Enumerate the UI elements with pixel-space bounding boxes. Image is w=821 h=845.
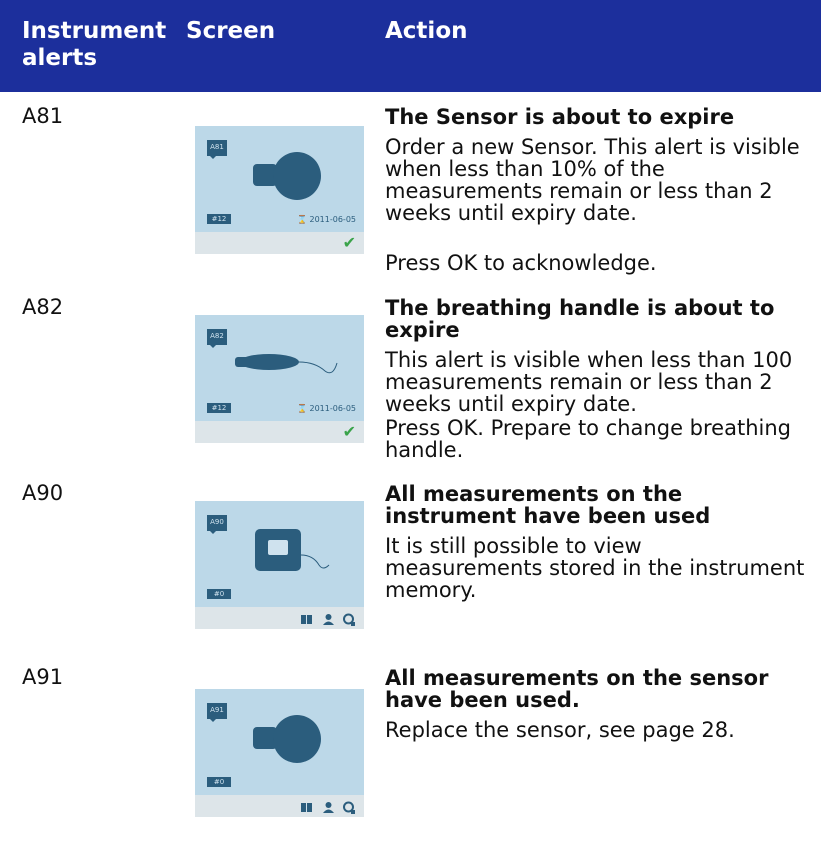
alert-description: It is still possible to view measurement…: [385, 534, 805, 602]
header-screen: Screen: [186, 18, 276, 44]
logbook-icon: [300, 611, 313, 624]
alert-code: A82: [22, 295, 64, 319]
screen-thumbnail: A90 #0: [195, 501, 364, 629]
screen-thumbnail: A81 #12 ⌛ 2011-06-05 ✔: [195, 126, 364, 254]
alert-row-a90: A90 A90 #0 All measurements on the instr…: [0, 481, 821, 641]
alert-title: All measurements on the sensor have been…: [385, 666, 769, 712]
expiry-date: ⌛ 2011-06-05: [297, 404, 356, 413]
alert-description: Replace the sensor, see page 28.: [385, 718, 735, 742]
user-icon: [322, 799, 335, 813]
alert-tag: A81: [207, 140, 227, 159]
alert-title: The breathing handle is about to expire: [385, 296, 775, 342]
alert-code: A91: [22, 665, 64, 689]
alert-title: All measurements on the instrument have …: [385, 482, 711, 528]
screen-thumbnail: A82 #12 ⌛ 2011-06-05 ✔: [195, 315, 364, 443]
screen-menu-icons: [278, 798, 358, 814]
alert-tag: A82: [207, 329, 227, 348]
alert-code: A90: [22, 481, 64, 505]
settings-icon: [342, 611, 355, 626]
screen-menu-icons: [278, 610, 358, 626]
expiry-date: ⌛ 2011-06-05: [297, 215, 356, 224]
table-header: Instrument alerts Screen Action: [0, 0, 821, 92]
alert-title: The Sensor is about to expire: [385, 105, 735, 129]
measurement-count: #12: [207, 403, 231, 413]
alert-instruction: Press OK. Prepare to change breathing ha…: [385, 416, 791, 462]
checkmark-icon: ✔: [342, 233, 356, 252]
alert-row-a81: A81 A81 #12 ⌛ 2011-06-05 ✔ The Sensor is…: [0, 104, 821, 284]
header-action: Action: [385, 18, 468, 44]
measurement-count: #12: [207, 214, 231, 224]
alert-code: A81: [22, 104, 64, 128]
alert-row-a82: A82 A82 #12 ⌛ 2011-06-05 ✔ The breathing…: [0, 295, 821, 470]
sensor-icon: [253, 715, 321, 763]
screen-bottom-bar: [195, 232, 364, 254]
alert-description: This alert is visible when less than 100…: [385, 348, 793, 416]
header-instrument-alerts: Instrument alerts: [22, 18, 167, 71]
logbook-icon: [300, 799, 313, 812]
screen-bottom-bar: [195, 421, 364, 443]
alert-tag: A90: [207, 515, 227, 534]
sensor-icon: [253, 152, 321, 200]
checkmark-icon: ✔: [342, 422, 356, 441]
instrument-icon: [255, 529, 330, 571]
alert-tag: A91: [207, 703, 227, 722]
alert-row-a91: A91 A91 #0 All measurements on the senso…: [0, 665, 821, 830]
screen-thumbnail: A91 #0: [195, 689, 364, 817]
user-icon: [322, 611, 335, 625]
alert-description: Order a new Sensor. This alert is visibl…: [385, 135, 800, 225]
alert-instruction: Press OK to acknowledge.: [385, 251, 657, 275]
measurement-count: #0: [207, 777, 231, 787]
settings-icon: [342, 799, 355, 814]
measurement-count: #0: [207, 589, 231, 599]
breathing-handle-icon: [235, 354, 338, 374]
